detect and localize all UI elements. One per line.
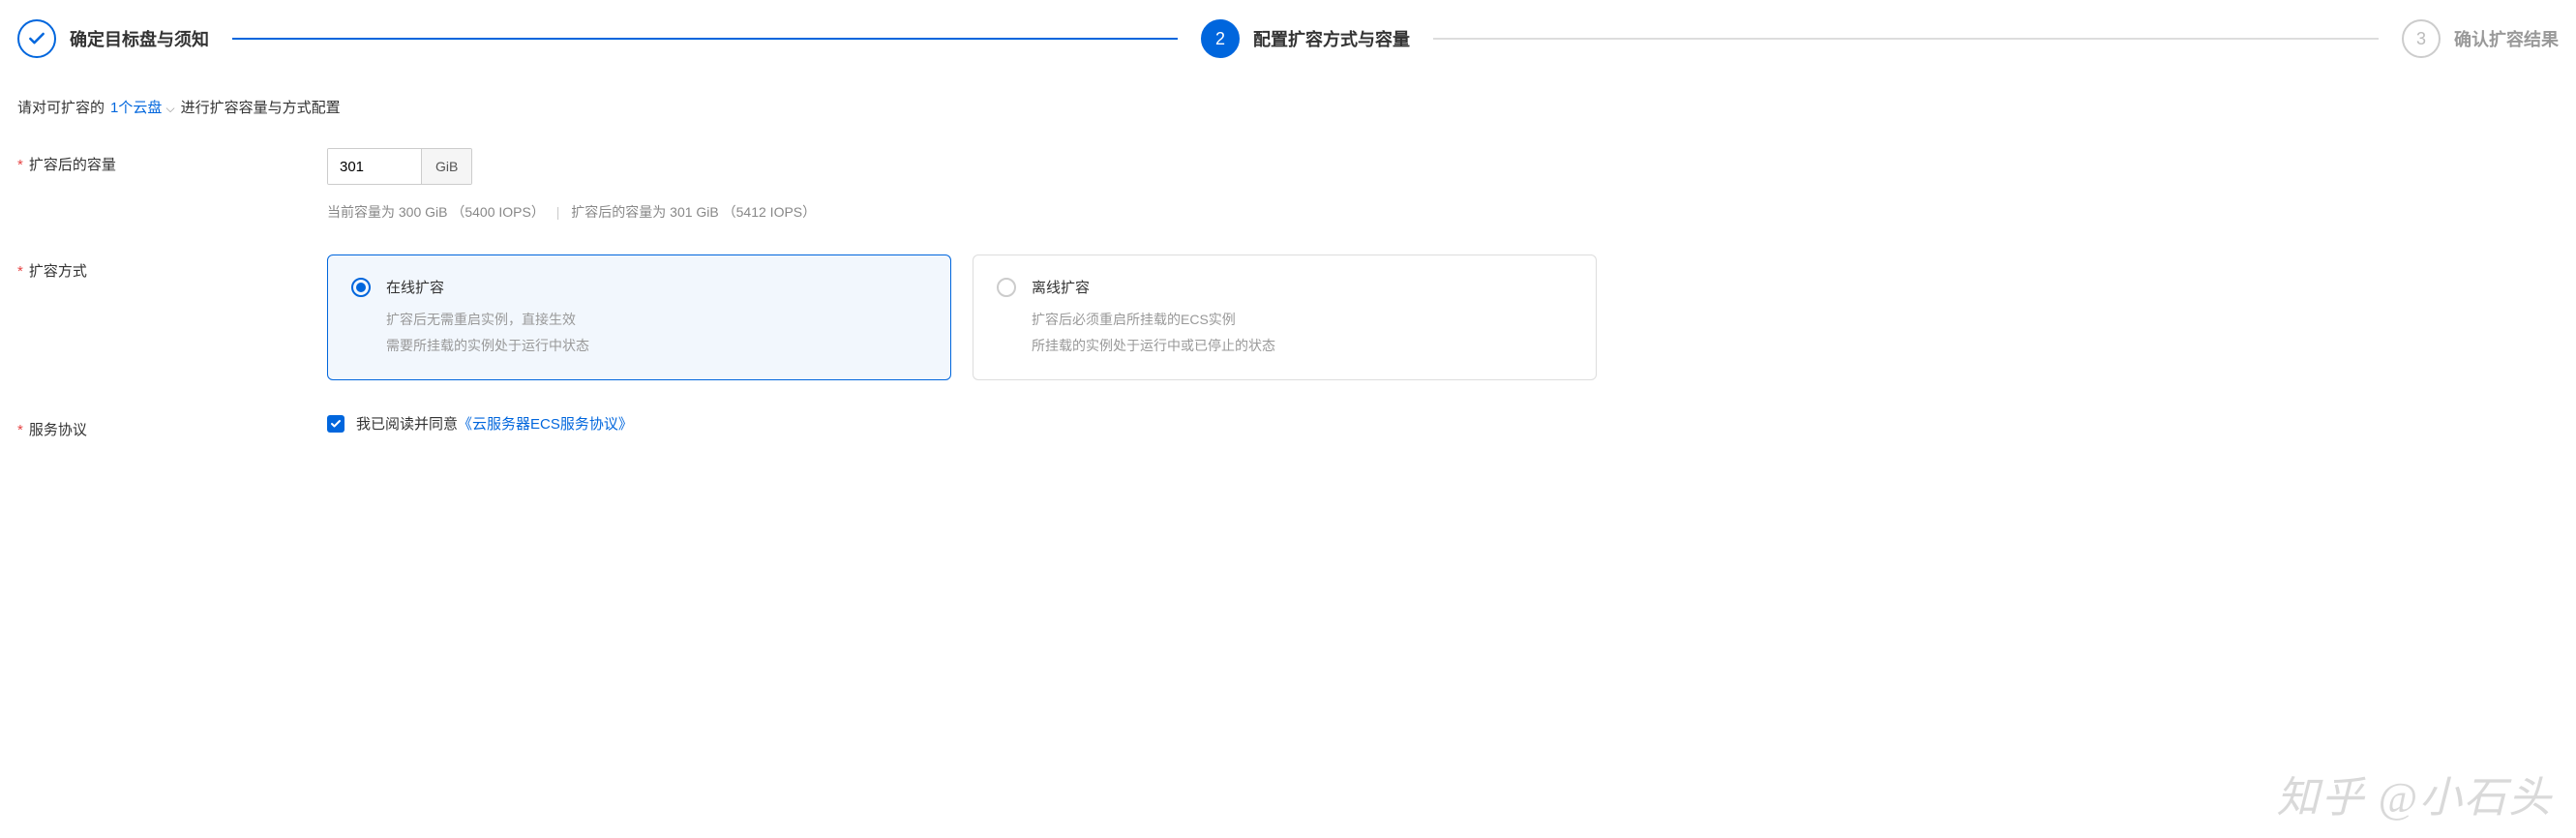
step-2[interactable]: 2 配置扩容方式与容量 (1201, 19, 1410, 58)
agreement-label: *服务协议 (17, 413, 327, 439)
step-3-label: 确认扩容结果 (2454, 26, 2559, 51)
step-2-number: 2 (1201, 19, 1240, 58)
step-3[interactable]: 3 确认扩容结果 (2402, 19, 2559, 58)
helper-separator: | (556, 204, 560, 220)
step-1[interactable]: 确定目标盘与须知 (17, 19, 209, 58)
capacity-row: *扩容后的容量 GiB 当前容量为 300 GiB （5400 IOPS） | … (17, 148, 2559, 222)
agreement-link[interactable]: 《云服务器ECS服务协议》 (458, 416, 633, 433)
capacity-helper: 当前容量为 300 GiB （5400 IOPS） | 扩容后的容量为 301 … (327, 202, 2559, 222)
agreement-checkbox[interactable] (327, 415, 344, 433)
instruction-suffix: 进行扩容容量与方式配置 (181, 97, 341, 117)
radio-offline[interactable] (997, 278, 1016, 297)
required-star-icon: * (17, 263, 23, 280)
option-online-desc1: 扩容后无需重启实例，直接生效 (386, 307, 927, 333)
step-3-number: 3 (2402, 19, 2441, 58)
helper-after: 扩容后的容量为 301 GiB （5412 IOPS） (571, 204, 816, 220)
step-1-label: 确定目标盘与须知 (70, 26, 209, 51)
wizard-stepper: 确定目标盘与须知 2 配置扩容方式与容量 3 确认扩容结果 (17, 19, 2559, 58)
agreement-text: 我已阅读并同意《云服务器ECS服务协议》 (356, 413, 633, 434)
watermark: 知乎 @小石头 (2277, 763, 2553, 824)
option-offline-expand[interactable]: 离线扩容 扩容后必须重启所挂载的ECS实例 所挂载的实例处于运行中或已停止的状态 (973, 254, 1597, 380)
option-online-expand[interactable]: 在线扩容 扩容后无需重启实例，直接生效 需要所挂载的实例处于运行中状态 (327, 254, 951, 380)
option-offline-title: 离线扩容 (1032, 277, 1573, 297)
option-online-desc2: 需要所挂载的实例处于运行中状态 (386, 333, 927, 359)
instruction-prefix: 请对可扩容的 (17, 97, 105, 117)
agreement-row: *服务协议 我已阅读并同意《云服务器ECS服务协议》 (17, 413, 2559, 439)
capacity-input[interactable] (328, 149, 421, 184)
disk-count-label: 1个云盘 (110, 100, 162, 116)
disk-count-dropdown[interactable]: 1个云盘 ⌵ (110, 97, 175, 117)
required-star-icon: * (17, 157, 23, 173)
option-offline-desc2: 所挂载的实例处于运行中或已停止的状态 (1032, 333, 1573, 359)
radio-online[interactable] (351, 278, 371, 297)
capacity-unit: GiB (421, 149, 471, 184)
required-star-icon: * (17, 422, 23, 438)
step-connector (232, 38, 1178, 40)
method-row: *扩容方式 在线扩容 扩容后无需重启实例，直接生效 需要所挂载的实例处于运行中状… (17, 254, 2559, 380)
check-icon (17, 19, 56, 58)
step-connector (1433, 38, 2379, 40)
chevron-down-icon: ⌵ (166, 102, 175, 116)
helper-current: 当前容量为 300 GiB （5400 IOPS） (327, 204, 545, 220)
step-2-label: 配置扩容方式与容量 (1253, 26, 1410, 51)
method-label: *扩容方式 (17, 254, 327, 281)
capacity-label: *扩容后的容量 (17, 148, 327, 174)
capacity-input-group: GiB (327, 148, 472, 185)
option-online-title: 在线扩容 (386, 277, 927, 297)
instruction-row: 请对可扩容的 1个云盘 ⌵ 进行扩容容量与方式配置 (17, 97, 2559, 117)
option-offline-desc1: 扩容后必须重启所挂载的ECS实例 (1032, 307, 1573, 333)
